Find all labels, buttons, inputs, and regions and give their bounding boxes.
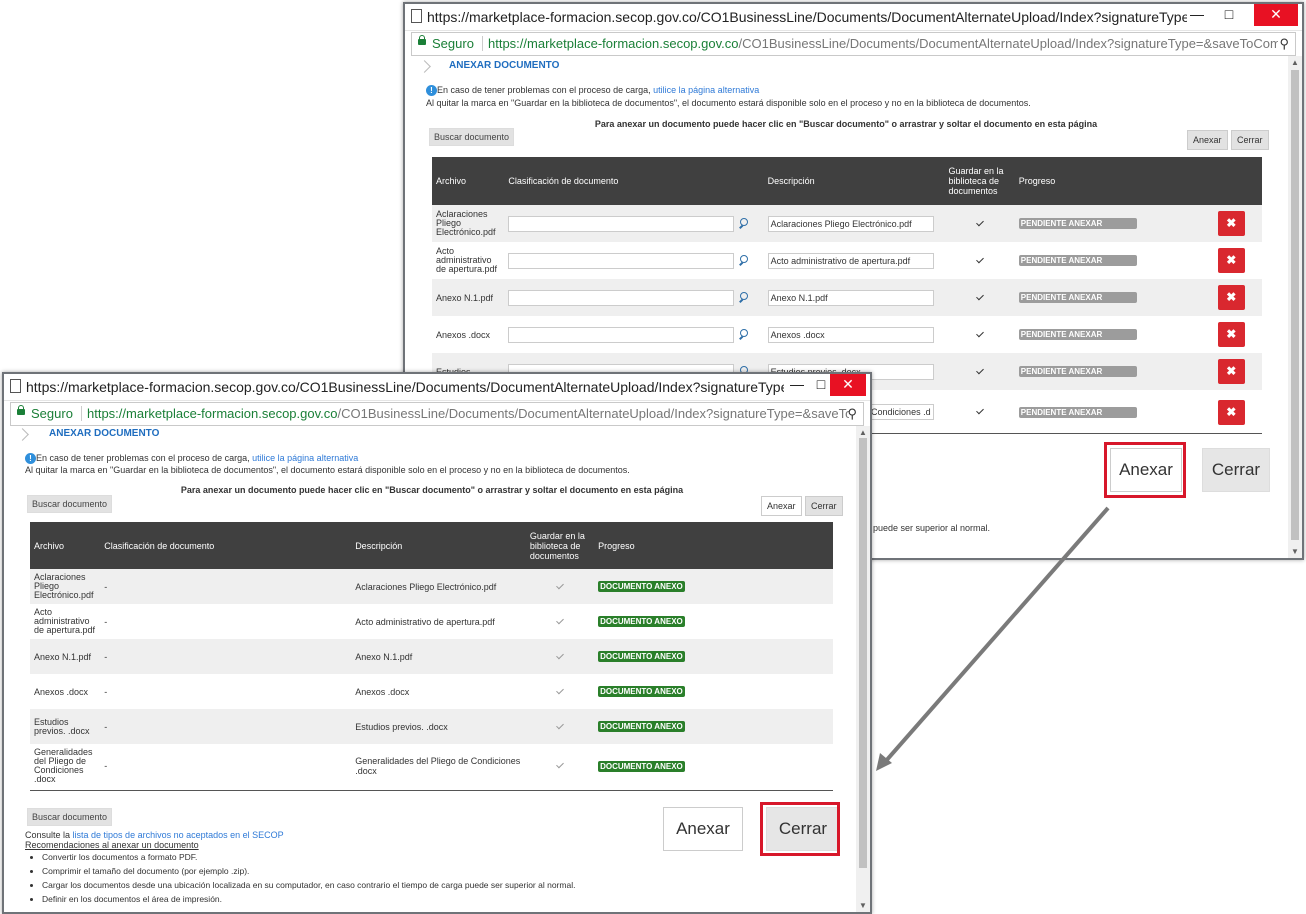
info-text: En caso de tener problemas con el proces… xyxy=(36,453,253,463)
description-value: Anexo N.1.pdf xyxy=(351,639,526,674)
progress-cell: DOCUMENTO ANEXO xyxy=(594,674,833,709)
search-document-button-bottom[interactable]: Buscar documento xyxy=(27,808,113,826)
classification-value: - xyxy=(104,686,108,697)
cerrar-small-button[interactable]: Cerrar xyxy=(805,496,843,516)
library-note: Al quitar la marca en "Guardar en la bib… xyxy=(25,465,630,475)
progress-cell: DOCUMENTO ANEXO xyxy=(594,744,833,788)
description-value: Anexos .docx xyxy=(355,686,410,697)
recommendations-list: Convertir los documentos a formato PDF. … xyxy=(24,852,575,908)
close-window-button[interactable]: ✕ xyxy=(830,374,866,396)
lock-icon xyxy=(17,405,25,415)
document-icon xyxy=(10,379,21,393)
progress-cell: DOCUMENTO ANEXO xyxy=(594,709,833,744)
scroll-down-icon[interactable]: ▼ xyxy=(859,901,867,910)
title-bar: https://marketplace-formacion.secop.gov.… xyxy=(4,374,870,401)
file-name: Anexo N.1.pdf xyxy=(30,639,101,674)
search-document-button[interactable]: Buscar documento xyxy=(27,495,113,513)
recommendations-title[interactable]: Recomendaciones al anexar un documento xyxy=(25,840,199,850)
classification-value: - xyxy=(104,761,108,771)
url-path: /CO1BusinessLine/Documents/DocumentAlter… xyxy=(337,406,850,421)
upload-instruction: Para anexar un documento puede hacer cli… xyxy=(180,485,684,495)
progress-cell: DOCUMENTO ANEXO xyxy=(594,604,833,639)
file-name: Aclaraciones Pliego Electrónico.pdf xyxy=(30,569,101,604)
save-library-checkbox xyxy=(556,722,564,730)
secure-label: Seguro xyxy=(31,406,73,421)
description-value: Generalidades del Pliego de Condiciones … xyxy=(355,756,521,776)
info-message: ! En caso de tener problemas con el proce… xyxy=(25,453,358,464)
column-header: Guardar en la biblioteca de documentos xyxy=(525,522,595,569)
consult-text: Consulte la lista de tipos de archivos n… xyxy=(25,830,284,840)
status-badge: DOCUMENTO ANEXO xyxy=(598,581,685,592)
url-text[interactable]: https://marketplace-formacion.secop.gov.… xyxy=(87,406,849,421)
progress-cell: DOCUMENTO ANEXO xyxy=(594,569,833,604)
column-header: Clasificación de documento xyxy=(100,522,352,569)
save-library-checkbox xyxy=(556,617,564,625)
status-badge: DOCUMENTO ANEXO xyxy=(598,686,685,697)
address-bar[interactable]: Seguro https://marketplace-formacion.sec… xyxy=(10,402,864,426)
save-library-checkbox xyxy=(556,652,564,660)
alternate-page-link[interactable]: utilice la página alternativa xyxy=(252,453,358,463)
file-name: Generalidades del Pliego de Condiciones … xyxy=(34,747,93,784)
classification-value: - xyxy=(100,709,352,744)
table-row: Acto administrativo de apertura.pdf - Ac… xyxy=(30,604,833,639)
minimize-button[interactable]: — xyxy=(784,374,810,396)
table-row: Estudios previos. .docx - Estudios previ… xyxy=(30,709,833,744)
list-item: Definir en los documentos el área de imp… xyxy=(42,894,575,904)
table-row: Aclaraciones Pliego Electrónico.pdf - Ac… xyxy=(30,569,833,604)
save-cell xyxy=(525,639,595,674)
save-library-checkbox xyxy=(556,687,564,695)
description-value: Acto administrativo de apertura.pdf xyxy=(355,616,495,627)
file-types-link[interactable]: lista de tipos de archivos no aceptados … xyxy=(73,830,284,840)
chevron-right-icon xyxy=(16,428,29,441)
consult-prefix: Consulte la xyxy=(25,830,73,840)
table-row: Generalidades del Pliego de Condiciones … xyxy=(30,744,833,788)
save-cell xyxy=(526,744,594,788)
classification-value: - xyxy=(100,639,352,674)
window-title: https://marketplace-formacion.secop.gov.… xyxy=(26,379,786,395)
page-title: ANEXAR DOCUMENTO xyxy=(49,428,160,439)
status-badge: DOCUMENTO ANEXO xyxy=(598,760,685,772)
list-item: Comprimir el tamaño del documento (por e… xyxy=(42,866,575,876)
save-library-checkbox xyxy=(556,582,564,590)
save-library-checkbox xyxy=(556,761,564,769)
save-cell xyxy=(526,674,594,709)
column-header: Progreso xyxy=(594,522,833,569)
info-icon: ! xyxy=(25,453,36,464)
page-content: ANEXAR DOCUMENTO ! En caso de tener probl… xyxy=(4,426,856,912)
list-item: Cargar los documentos desde una ubicació… xyxy=(42,880,575,890)
file-name: Estudios previos. .docx xyxy=(30,709,101,744)
file-name: Acto administrativo de apertura.pdf xyxy=(34,607,96,635)
status-badge: DOCUMENTO ANEXO xyxy=(598,721,685,732)
progress-cell: DOCUMENTO ANEXO xyxy=(594,639,833,674)
classification-value: - xyxy=(104,616,108,627)
list-item: Convertir los documentos a formato PDF. xyxy=(42,852,575,862)
description-value: Estudios previos. .docx xyxy=(351,709,526,744)
classification-value: - xyxy=(100,569,352,604)
table-divider xyxy=(30,790,833,791)
scroll-up-icon[interactable]: ▲ xyxy=(859,428,867,437)
save-cell xyxy=(526,604,594,639)
save-cell xyxy=(525,709,595,744)
uploaded-table: Archivo Clasificación de documento Descr… xyxy=(30,522,833,788)
save-cell xyxy=(525,569,595,604)
status-badge: DOCUMENTO ANEXO xyxy=(598,616,685,627)
column-header: Archivo xyxy=(30,522,101,569)
scrollbar[interactable]: ▲ ▼ xyxy=(856,426,870,912)
cerrar-highlight xyxy=(760,802,840,856)
anexar-small-button[interactable]: Anexar xyxy=(761,496,802,516)
file-name: Anexos .docx xyxy=(34,686,89,697)
zoom-icon[interactable]: ⚲ xyxy=(847,406,857,422)
description-value: Aclaraciones Pliego Electrónico.pdf xyxy=(351,569,526,604)
divider xyxy=(81,406,82,421)
table-row: Anexo N.1.pdf - Anexo N.1.pdf DOCUMENTO … xyxy=(30,639,833,674)
scroll-thumb[interactable] xyxy=(859,438,867,868)
anexar-button[interactable]: Anexar xyxy=(663,807,743,851)
browser-window-front: https://marketplace-formacion.secop.gov.… xyxy=(2,372,872,914)
table-row: Anexos .docx - Anexos .docx DOCUMENTO AN… xyxy=(30,674,833,709)
url-host: https://marketplace-formacion.secop.gov.… xyxy=(87,406,338,421)
column-header: Descripción xyxy=(351,522,526,569)
status-badge: DOCUMENTO ANEXO xyxy=(598,651,685,662)
